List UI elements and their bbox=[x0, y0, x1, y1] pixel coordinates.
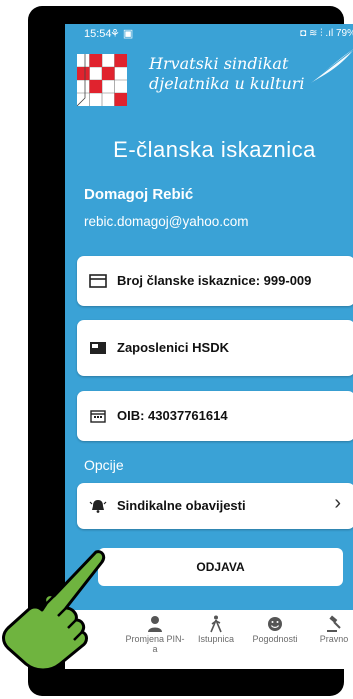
nav-item-resignation[interactable]: Istupnica bbox=[186, 614, 246, 644]
status-time: 15:54 bbox=[84, 28, 112, 40]
nav-label-benefits: Pogodnosti bbox=[252, 634, 298, 644]
notification-icons: ⚘ ▣ bbox=[110, 28, 134, 40]
logout-button[interactable]: ODJAVA bbox=[98, 548, 343, 586]
nav-item-benefits[interactable]: Pogodnosti bbox=[245, 614, 305, 644]
card-employer: Zaposlenici HSDK bbox=[77, 320, 353, 376]
person-icon bbox=[148, 616, 162, 632]
employer-label: Zaposlenici HSDK bbox=[117, 340, 229, 355]
nav-item-change-pin[interactable]: Promjena PIN-a bbox=[125, 614, 185, 654]
smile-icon bbox=[268, 617, 282, 631]
option-label: Sindikalne obavijesti bbox=[117, 498, 246, 513]
folder-icon bbox=[90, 342, 106, 354]
card-oib: OIB: 43037761614 bbox=[77, 391, 353, 441]
gavel-icon bbox=[327, 615, 341, 632]
options-header: Opcije bbox=[84, 457, 124, 473]
page-title: E-članska iskaznica bbox=[113, 137, 316, 162]
feather-icon bbox=[308, 49, 353, 85]
walking-icon bbox=[210, 615, 222, 633]
card-member-number: Broj članske iskaznice: 999-009 bbox=[77, 256, 353, 306]
system-status-icons: ◘ ≋ ⫶ .ıl 79% bbox=[300, 28, 353, 39]
union-logo-icon bbox=[77, 54, 127, 106]
nav-label-resignation: Istupnica bbox=[197, 634, 235, 644]
status-bar: 15:54 ⚘ ▣ ◘ ≋ ⫶ .ıl 79% bbox=[65, 24, 353, 44]
option-union-notifications[interactable]: Sindikalne obavijesti › bbox=[77, 483, 353, 529]
nav-label-change-pin: Promjena PIN-a bbox=[125, 634, 185, 654]
member-email: rebic.domagoj@yahoo.com bbox=[84, 214, 249, 229]
member-name: Domagoj Rebić bbox=[84, 186, 194, 203]
nav-item-legal[interactable]: Pravno bbox=[304, 614, 353, 644]
chevron-right-icon: › bbox=[334, 492, 341, 514]
bell-icon bbox=[89, 500, 107, 513]
member-number-label: Broj članske iskaznice: 999-009 bbox=[117, 273, 312, 288]
nav-label-legal: Pravno bbox=[319, 634, 349, 644]
pointing-hand-icon bbox=[2, 550, 106, 672]
calendar-icon bbox=[90, 410, 106, 423]
card-icon bbox=[89, 274, 107, 288]
oib-label: OIB: 43037761614 bbox=[117, 408, 228, 423]
